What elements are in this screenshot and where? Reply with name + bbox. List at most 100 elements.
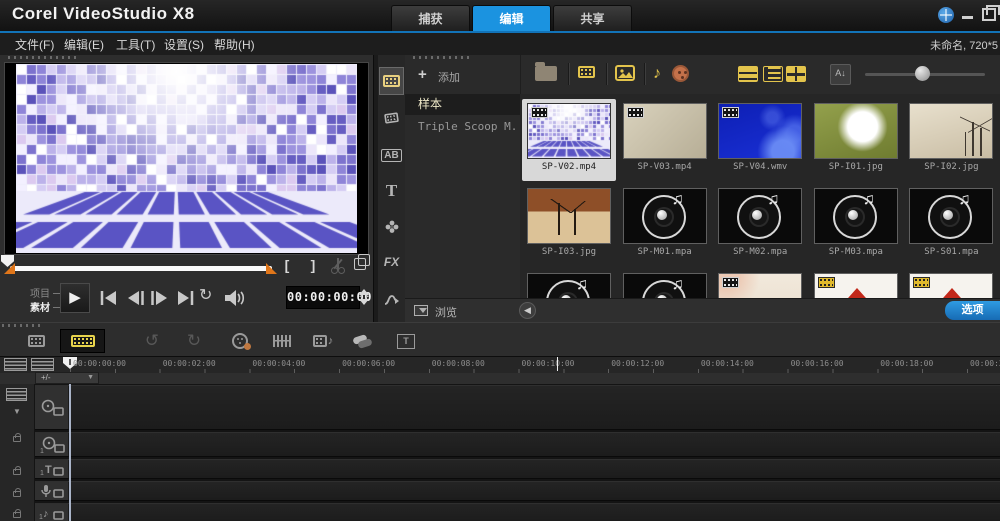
redo-button[interactable]: ↻ (180, 329, 208, 353)
library-item[interactable]: SP-S01.mpa (904, 184, 998, 266)
library-item[interactable]: SP-I03.jpg (522, 184, 616, 266)
globe-icon[interactable] (938, 7, 954, 23)
video-track-row[interactable] (35, 385, 1000, 430)
toolbox-media-button[interactable] (379, 67, 404, 95)
library-item[interactable] (522, 269, 616, 298)
sort-button[interactable]: A↓ (830, 64, 851, 85)
track-manager-icon[interactable] (6, 388, 27, 401)
preview-timecode[interactable]: 00:00:00:00 (286, 286, 371, 309)
overlay-track-row[interactable]: 1 (35, 432, 1000, 457)
storyboard-view-button[interactable] (18, 329, 54, 353)
lock-music-track-icon[interactable] (13, 509, 21, 518)
sound-mixer-button[interactable] (266, 329, 298, 353)
toolbox-motion-path-button[interactable] (379, 285, 404, 313)
library-item[interactable]: SP-V03.mp4 (618, 99, 712, 181)
toolbox-transition-button[interactable]: AB (379, 141, 404, 169)
library-item[interactable] (809, 269, 903, 298)
lock-title-track-icon[interactable] (13, 466, 21, 475)
filter-video-icon[interactable] (578, 66, 595, 78)
category-samples[interactable]: 样本 (405, 94, 520, 115)
tab-capture[interactable]: 捕获 (391, 5, 470, 31)
track-manager-button[interactable]: +/- ▼ (35, 372, 99, 384)
voice-track-row[interactable] (35, 481, 1000, 501)
menu-tools[interactable]: 工具(T) (116, 36, 155, 53)
library-item[interactable] (618, 269, 712, 298)
library-item[interactable]: SP-I01.jpg (809, 99, 903, 181)
filter-audio-icon[interactable]: ♪ (653, 66, 661, 82)
seek-bar[interactable] (10, 266, 272, 271)
music-track-button[interactable]: ♪ 1 (35, 504, 69, 521)
lock-overlay-track-icon[interactable] (13, 433, 21, 442)
library-item[interactable]: SP-V04.wmv (713, 99, 807, 181)
view-thumbnail-button[interactable] (786, 66, 806, 82)
home-button[interactable] (97, 288, 121, 308)
minimize-button[interactable] (962, 16, 973, 19)
options-button[interactable]: 选项 (945, 301, 1000, 320)
library-item[interactable] (713, 269, 807, 298)
trim-start-handle[interactable] (4, 263, 15, 274)
toolbox-title-button[interactable]: T (379, 177, 404, 205)
browse-label[interactable]: 浏览 (435, 304, 457, 320)
mark-in-button[interactable]: [ (277, 256, 297, 274)
title-track-row[interactable]: T 1 (35, 459, 1000, 479)
view-detail-button[interactable] (763, 66, 783, 82)
folder-icon[interactable] (535, 62, 557, 81)
overlay-track-button[interactable]: 1 (35, 433, 69, 456)
next-frame-button[interactable] (148, 288, 172, 308)
restore-button[interactable] (982, 5, 1000, 21)
timecode-stepper[interactable] (359, 288, 369, 306)
timeline-drag-handle[interactable] (2, 324, 42, 327)
track-view-icon-2[interactable] (31, 358, 54, 371)
collapse-tracks-icon[interactable]: ▼ (13, 407, 21, 416)
thumbnail-zoom-knob[interactable] (915, 66, 930, 81)
timeline-view-button[interactable] (60, 329, 105, 353)
pan-zoom-button[interactable] (346, 329, 380, 353)
toolbox-graphic-button[interactable] (379, 212, 404, 240)
mode-clip[interactable]: 素材 (30, 299, 60, 314)
add-folder-button[interactable]: + 添加 (405, 65, 520, 87)
video-track-button[interactable] (35, 386, 69, 429)
svg-text:1: 1 (40, 448, 44, 454)
library-item[interactable]: SP-V02.mp4 (522, 99, 616, 181)
library-item[interactable]: SP-M02.mpa (713, 184, 807, 266)
mark-out-button[interactable]: ] (303, 256, 323, 274)
panel-drag-handle[interactable] (8, 56, 78, 59)
menu-help[interactable]: 帮助(H) (214, 36, 255, 53)
ruler-label: 00:00:02:00 (162, 359, 216, 368)
library-item[interactable]: SP-I02.jpg (904, 99, 998, 181)
toolbox-instant-project-button[interactable] (379, 104, 404, 132)
end-button[interactable] (173, 288, 197, 308)
view-list-button[interactable] (738, 66, 758, 82)
library-item[interactable]: SP-M03.mpa (809, 184, 903, 266)
library-item[interactable] (904, 269, 998, 298)
repeat-button[interactable]: ↻ (199, 285, 212, 305)
play-button[interactable]: ▶ (60, 283, 90, 313)
mode-project[interactable]: 项目 (30, 285, 60, 300)
track-view-icon-1[interactable] (4, 358, 27, 371)
subtitle-button[interactable]: T (390, 329, 422, 353)
category-triple-scoop[interactable]: Triple Scoop M... (405, 116, 520, 137)
movies-icon[interactable] (672, 65, 689, 82)
menu-edit[interactable]: 编辑(E) (64, 36, 104, 53)
collapse-library-button[interactable]: ◀ (519, 302, 536, 319)
enlarge-preview-icon[interactable] (354, 254, 370, 270)
menu-file[interactable]: 文件(F) (15, 36, 54, 53)
tab-edit[interactable]: 编辑 (472, 5, 551, 31)
record-capture-button[interactable] (224, 329, 256, 353)
music-track-row[interactable]: ♪ 1 (35, 503, 1000, 521)
library-item[interactable]: SP-M01.mpa (618, 184, 712, 266)
filter-photo-icon[interactable] (615, 65, 635, 81)
lock-voice-track-icon[interactable] (13, 488, 21, 497)
toolbox-filter-button[interactable]: FX (379, 248, 404, 276)
voice-track-button[interactable] (35, 482, 69, 500)
auto-music-button[interactable]: ♪ (306, 329, 340, 353)
title-track-button[interactable]: T 1 (35, 460, 69, 478)
timeline-ruler[interactable]: 00:00:00:00 00:00:02:00 00:00:04:00 00:00:0… (0, 356, 1000, 373)
previous-frame-button[interactable] (123, 288, 147, 308)
trim-end-handle[interactable] (266, 263, 277, 274)
undo-button[interactable]: ↺ (138, 329, 166, 353)
tab-share[interactable]: 共享 (553, 5, 632, 31)
volume-button[interactable] (222, 288, 246, 308)
split-clip-icon[interactable] (330, 258, 346, 274)
menu-settings[interactable]: 设置(S) (164, 36, 204, 53)
